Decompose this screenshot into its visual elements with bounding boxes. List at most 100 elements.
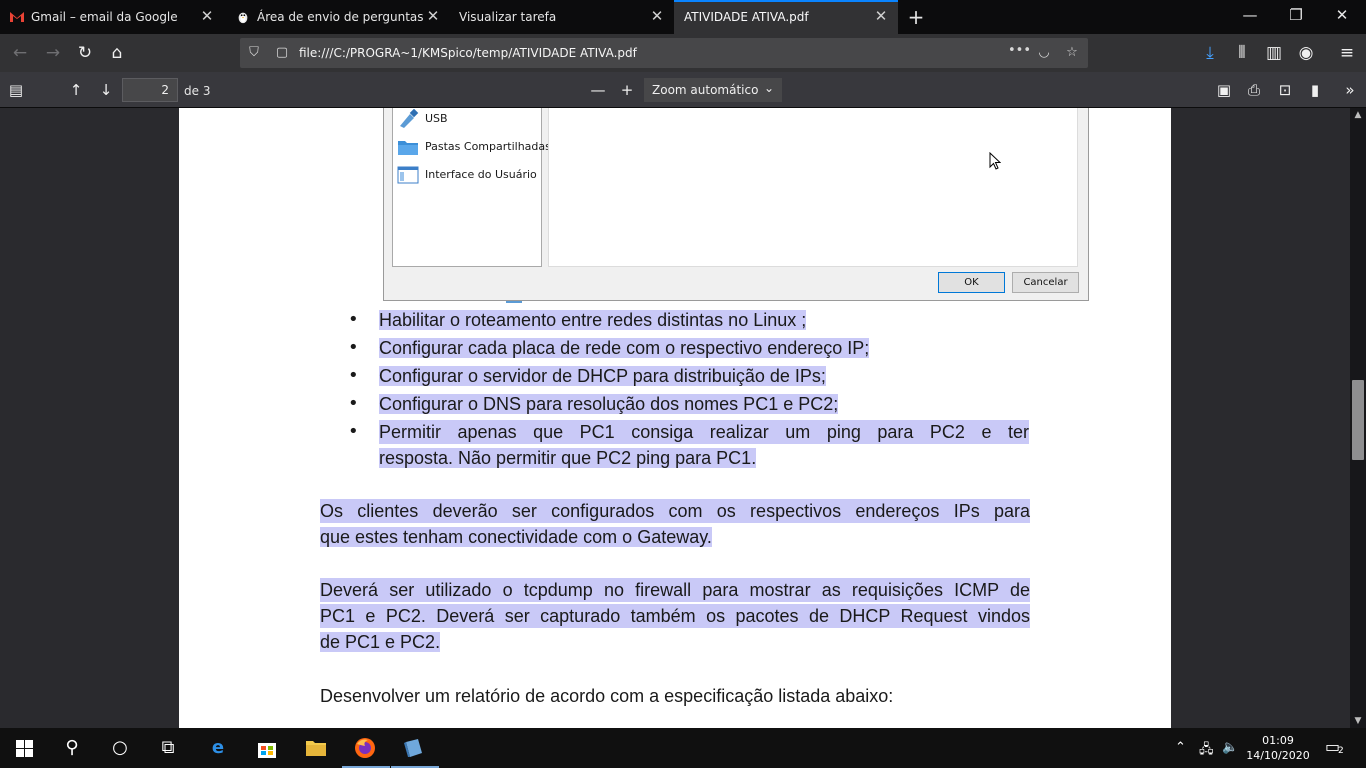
close-icon[interactable]: ✕ <box>650 9 664 24</box>
paragraph-line: Os clientes deverão ser configurados com… <box>320 499 1030 523</box>
windows-start-icon[interactable] <box>16 740 33 757</box>
paragraph-line: Desenvolver um relatório de acordo com a… <box>320 686 894 706</box>
shield-icon[interactable]: ⛉ <box>246 45 262 60</box>
download-icon[interactable]: ⤓ <box>1199 42 1221 64</box>
tab-title: Área de envio de perguntas <box>257 10 424 24</box>
cancel-button: Cancelar <box>1012 272 1079 293</box>
bullet-icon: • <box>348 337 359 358</box>
zoom-value: Zoom automático <box>652 83 759 97</box>
save-icon[interactable]: ⊡ <box>1274 80 1296 100</box>
user-interface-icon <box>397 166 419 184</box>
list-item-label: Interface do Usuário <box>425 168 537 181</box>
store-icon[interactable] <box>255 736 279 760</box>
list-item: Permitir apenas que PC1 consiga realizar… <box>379 420 1029 444</box>
page-number-input[interactable] <box>122 78 178 102</box>
paragraph-line: que estes tenham conectividade com o Gat… <box>320 527 712 547</box>
list-item: USB <box>395 108 541 130</box>
chevron-up-icon[interactable]: ⌃ <box>1175 740 1186 755</box>
address-bar[interactable]: ⛉ ▢ file:///C:/PROGRA~1/KMSpico/temp/ATI… <box>240 38 1088 68</box>
settings-category-list: USB Pastas Compartilhadas Interface do U… <box>392 108 551 267</box>
zoom-in-icon[interactable]: + <box>616 80 638 100</box>
pocket-icon[interactable]: ◡ <box>1036 45 1052 60</box>
bookmark-star-icon[interactable]: ☆ <box>1064 45 1080 60</box>
next-page-icon[interactable]: ↓ <box>95 80 117 100</box>
chevron-down-icon: ⌄ <box>763 81 774 95</box>
clock-date: 14/10/2020 <box>1246 749 1310 762</box>
forward-icon[interactable]: → <box>42 42 64 64</box>
list-item-label: Pastas Compartilhadas <box>425 140 551 153</box>
paragraph-line: PC1 e PC2. Deverá ser capturado também o… <box>320 604 1030 628</box>
paragraph-line: Deverá ser utilizado o tcpdump no firewa… <box>320 578 1030 602</box>
pdf-viewer[interactable]: USB Pastas Compartilhadas Interface do U… <box>0 108 1366 728</box>
home-icon[interactable]: ⌂ <box>106 42 128 64</box>
sidebar-toggle-icon[interactable]: ▥ <box>1263 42 1285 64</box>
page-info-icon[interactable]: ▢ <box>274 45 290 60</box>
cropped-edge <box>506 301 522 303</box>
list-item-continuation: resposta. Não permitir que PC2 ping para… <box>379 448 757 468</box>
restore-icon[interactable]: ❐ <box>1286 6 1306 24</box>
close-icon[interactable]: ✕ <box>200 9 214 24</box>
back-icon[interactable]: ← <box>9 42 31 64</box>
print-icon[interactable]: ⎙ <box>1243 80 1265 100</box>
list-item: Configurar o servidor de DHCP para distr… <box>379 366 826 386</box>
tab-title: Visualizar tarefa <box>459 10 557 24</box>
window-close-icon[interactable]: ✕ <box>1332 6 1352 24</box>
file-explorer-icon[interactable] <box>304 736 328 760</box>
cortana-icon[interactable]: ○ <box>108 736 132 760</box>
library-icon[interactable]: ⫴ <box>1231 42 1253 64</box>
close-icon[interactable]: ✕ <box>874 9 888 24</box>
virtualbox-icon[interactable] <box>402 736 426 760</box>
shared-folder-icon <box>398 141 418 155</box>
notification-count: 2 <box>1338 746 1344 756</box>
firefox-icon[interactable] <box>353 736 377 760</box>
tools-icon[interactable]: » <box>1339 80 1361 100</box>
bullet-icon: • <box>348 309 359 330</box>
list-item: Pastas Compartilhadas <box>395 136 551 158</box>
minimize-icon[interactable]: — <box>1240 6 1260 24</box>
zoom-select[interactable]: Zoom automático ⌄ <box>644 78 782 102</box>
task-view-icon[interactable]: ⧉ <box>156 736 180 760</box>
tab-area-envio[interactable]: Área de envio de perguntas ✕ <box>226 0 450 34</box>
bullet-icon: • <box>348 421 359 442</box>
bookmark-icon[interactable]: ▮ <box>1304 80 1326 100</box>
scroll-down-icon[interactable]: ▼ <box>1350 716 1366 726</box>
url-text[interactable]: file:///C:/PROGRA~1/KMSpico/temp/ATIVIDA… <box>299 46 637 60</box>
network-icon[interactable]: 🖧 <box>1199 740 1214 762</box>
dialog-screenshot: USB Pastas Compartilhadas Interface do U… <box>383 108 1089 303</box>
sidebar-icon[interactable]: ▤ <box>5 80 27 100</box>
close-icon[interactable]: ✕ <box>426 9 440 24</box>
account-icon[interactable]: ◉ <box>1295 42 1317 64</box>
page-count: de 3 <box>184 84 211 98</box>
menu-icon[interactable]: ≡ <box>1336 42 1358 64</box>
zoom-out-icon[interactable]: — <box>587 80 609 100</box>
system-clock[interactable]: 01:09 14/10/2020 <box>1244 733 1312 763</box>
edge-icon[interactable]: e <box>206 736 230 760</box>
tab-title: Gmail – email da Google <box>31 10 178 24</box>
volume-icon[interactable]: 🔈 <box>1222 740 1238 755</box>
penguin-icon <box>238 12 248 24</box>
search-icon[interactable]: ⚲ <box>60 736 84 760</box>
new-tab-button[interactable]: + <box>906 5 926 29</box>
ok-button: OK <box>938 272 1005 293</box>
tab-gmail[interactable]: Gmail – email da Google ✕ <box>0 0 226 34</box>
bullet-icon: • <box>348 365 359 386</box>
presentation-icon[interactable]: ▣ <box>1213 80 1235 100</box>
list-item: Configurar o DNS para resolução dos nome… <box>379 394 839 414</box>
tab-visualizar-tarefa[interactable]: Visualizar tarefa ✕ <box>450 0 674 34</box>
tab-title: ATIVIDADE ATIVA.pdf <box>684 10 809 24</box>
scroll-up-icon[interactable]: ▲ <box>1350 110 1366 120</box>
list-item: Configurar cada placa de rede com o resp… <box>379 338 870 358</box>
clock-time: 01:09 <box>1262 734 1294 747</box>
reload-icon[interactable]: ↻ <box>74 42 96 64</box>
gmail-icon <box>10 12 24 22</box>
navigation-bar: ← → ↻ ⌂ ⛉ ▢ file:///C:/PROGRA~1/KMSpico/… <box>0 34 1366 72</box>
bullet-icon: • <box>348 393 359 414</box>
previous-page-icon[interactable]: ↑ <box>65 80 87 100</box>
tab-atividade-pdf[interactable]: ATIVIDADE ATIVA.pdf ✕ <box>674 0 898 34</box>
page-actions-icon[interactable]: ••• <box>1008 43 1031 58</box>
list-item: Habilitar o roteamento entre redes disti… <box>379 310 807 330</box>
scroll-thumb[interactable] <box>1352 380 1364 460</box>
usb-icon <box>400 109 419 128</box>
settings-pane <box>548 108 1078 267</box>
vertical-scrollbar[interactable]: ▲ ▼ <box>1350 108 1366 728</box>
